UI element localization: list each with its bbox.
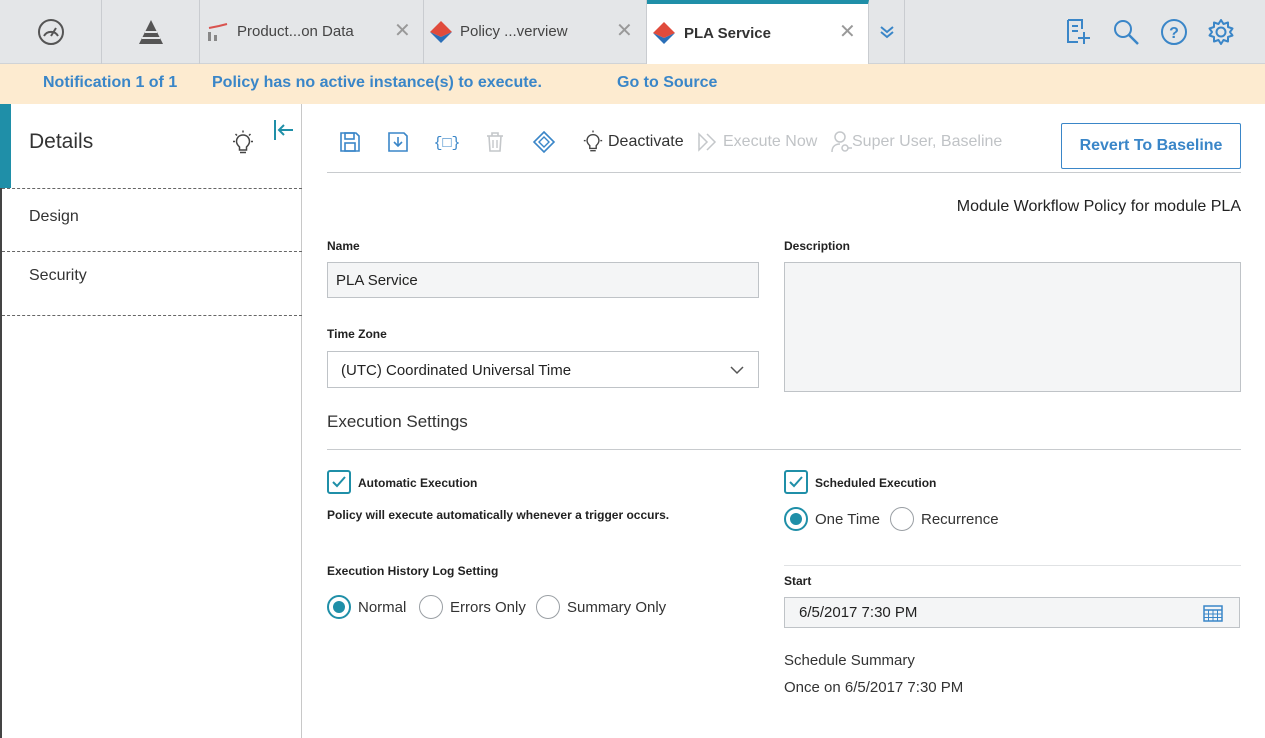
recurrence-radio[interactable]	[890, 507, 914, 531]
svg-text:{□}: {□}	[435, 135, 459, 152]
notification-bar: Notification 1 of 1 Policy has no active…	[0, 64, 1265, 104]
tab-policy-overview[interactable]: Policy ...verview ✕	[424, 0, 647, 64]
log-summary-only-label: Summary Only	[567, 599, 667, 616]
tab-label: PLA Service	[684, 25, 771, 42]
dashboard-gauge-icon	[37, 19, 64, 45]
execute-now-label: Execute Now	[723, 133, 818, 150]
scheduled-execution-checkbox[interactable]	[784, 470, 808, 494]
name-label: Name	[327, 239, 360, 253]
start-datetime-input[interactable]: 6/5/2017 7:30 PM	[784, 597, 1240, 628]
description-textarea[interactable]	[784, 262, 1241, 392]
timezone-select[interactable]: (UTC) Coordinated Universal Time	[327, 351, 759, 388]
sidebar-item-security[interactable]: Security	[2, 252, 302, 316]
module-subtitle: Module Workflow Policy for module PLA	[956, 198, 1241, 215]
revert-to-baseline-button[interactable]: Revert To Baseline	[1061, 123, 1241, 169]
deactivate-label: Deactivate	[608, 133, 684, 150]
sidebar-item-label: Security	[29, 267, 87, 284]
tab-pla-service[interactable]: PLA Service ✕	[647, 0, 869, 65]
schedule-divider	[784, 565, 1241, 566]
tab-label: Policy ...verview	[460, 23, 568, 40]
notification-counter[interactable]: Notification 1 of 1	[43, 74, 177, 92]
search-icon[interactable]	[1112, 18, 1140, 46]
schedule-summary-value: Once on 6/5/2017 7:30 PM	[784, 679, 964, 696]
calendar-icon[interactable]	[1203, 604, 1223, 622]
lightbulb-icon[interactable]	[231, 130, 255, 156]
checkmark-icon	[332, 476, 346, 488]
trash-icon	[487, 132, 503, 152]
fast-forward-icon	[698, 132, 717, 152]
gear-icon[interactable]	[1207, 18, 1235, 46]
save-icon[interactable]	[338, 130, 362, 154]
double-chevron-down-icon	[879, 26, 894, 39]
automatic-execution-checkbox[interactable]	[327, 470, 351, 494]
automatic-execution-note: Policy will execute automatically whenev…	[327, 508, 670, 522]
go-to-source-link[interactable]: Go to Source	[617, 74, 717, 92]
log-errors-only-label: Errors Only	[450, 599, 526, 616]
one-time-radio[interactable]	[784, 507, 808, 531]
checkmark-icon	[789, 476, 803, 488]
close-icon[interactable]: ✕	[394, 18, 411, 43]
schedule-summary-label: Schedule Summary	[784, 652, 915, 669]
sidebar-title: Details	[29, 130, 94, 153]
log-normal-label: Normal	[358, 599, 407, 616]
sidebar: Details Design Security	[0, 104, 302, 738]
description-label: Description	[784, 239, 851, 253]
sidebar-item-label: Design	[29, 208, 79, 225]
policy-diamond-icon	[430, 21, 452, 43]
tab-label: Product...on Data	[237, 23, 354, 40]
execution-settings-heading: Execution Settings	[327, 412, 468, 431]
start-value: 6/5/2017 7:30 PM	[799, 604, 918, 621]
code-braces-icon[interactable]: {□}	[435, 130, 459, 154]
log-setting-label: Execution History Log Setting	[327, 564, 499, 578]
timezone-label: Time Zone	[327, 327, 387, 341]
tab-overflow-button[interactable]	[869, 0, 905, 64]
sidebar-item-details[interactable]: Details	[2, 104, 302, 189]
section-divider	[327, 449, 1241, 450]
toolbar-divider	[327, 172, 1241, 173]
policy-diamond-icon	[653, 22, 675, 44]
log-errors-only-radio[interactable]	[419, 595, 443, 619]
start-label: Start	[784, 574, 812, 588]
tab-dashboard[interactable]	[0, 0, 102, 64]
notification-message: Policy has no active instance(s) to exec…	[212, 74, 542, 91]
tab-pyramid[interactable]	[102, 0, 200, 64]
user-key-icon	[831, 131, 852, 153]
tab-production-data[interactable]: Product...on Data ✕	[200, 0, 424, 64]
save-as-icon[interactable]	[386, 130, 410, 154]
help-icon[interactable]: ?	[1160, 18, 1188, 46]
super-user-label: Super User, Baseline	[852, 133, 1003, 150]
add-document-icon[interactable]	[1064, 17, 1092, 45]
close-icon[interactable]: ✕	[616, 18, 633, 43]
pyramid-icon	[138, 20, 163, 44]
one-time-label: One Time	[815, 511, 881, 528]
log-normal-radio[interactable]	[327, 595, 351, 619]
svg-text:?: ?	[1169, 25, 1179, 42]
lightbulb-icon	[583, 130, 603, 152]
collapse-panel-icon[interactable]	[272, 118, 296, 142]
chevron-down-icon	[730, 366, 744, 375]
name-input[interactable]: PLA Service	[327, 262, 759, 298]
scheduled-execution-label: Scheduled Execution	[815, 476, 937, 490]
log-summary-only-radio[interactable]	[536, 595, 560, 619]
automatic-execution-label: Automatic Execution	[358, 476, 478, 490]
tab-bar: Product...on Data ✕ Policy ...verview ✕ …	[0, 0, 1265, 65]
production-chart-icon	[208, 23, 228, 41]
validate-diamond-icon[interactable]	[532, 130, 556, 154]
timezone-value: (UTC) Coordinated Universal Time	[341, 362, 572, 379]
recurrence-label: Recurrence	[921, 511, 999, 528]
sidebar-item-design[interactable]: Design	[2, 189, 302, 252]
close-icon[interactable]: ✕	[839, 19, 856, 44]
